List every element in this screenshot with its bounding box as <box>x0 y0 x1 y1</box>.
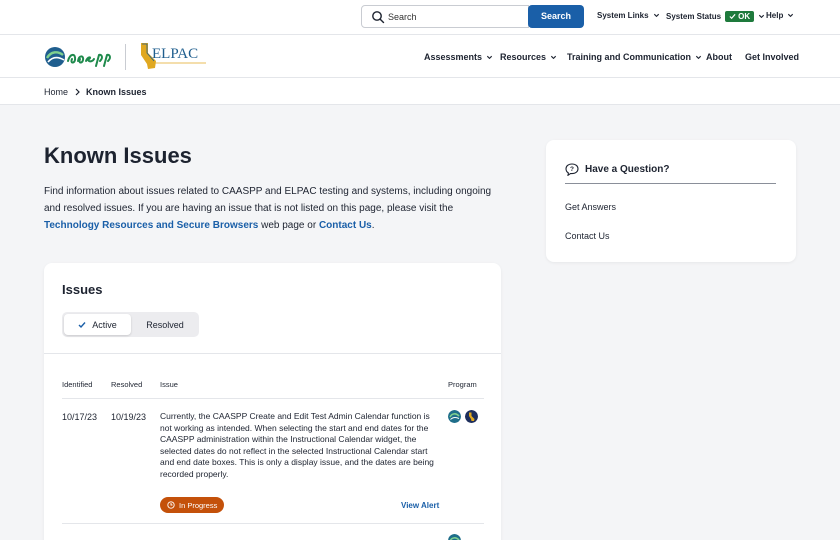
row-resolved: 10/19/23 <box>111 412 147 422</box>
utility-bar: Search System Links System Status OK Hel… <box>0 0 840 34</box>
status-text: In Progress <box>179 500 218 510</box>
system-status-label: System Status <box>666 12 722 21</box>
tab-active-label: Active <box>92 319 117 330</box>
nav-assessments[interactable]: Assessments <box>424 52 493 62</box>
help-label: Help <box>766 11 784 20</box>
logo-divider <box>125 44 126 70</box>
view-alert-link[interactable]: View Alert <box>401 501 439 510</box>
search-box <box>361 5 529 28</box>
system-links-menu[interactable]: System Links <box>597 11 660 20</box>
chevron-right-icon <box>75 88 80 96</box>
issues-card: Issues Active Resolved Identified Resolv… <box>44 263 501 540</box>
chevron-down-icon <box>695 55 702 59</box>
question-card-title-text: Have a Question? <box>585 164 670 175</box>
question-card-title: ? Have a Question? <box>565 163 669 176</box>
divider <box>62 523 484 524</box>
col-program: Program <box>448 380 477 389</box>
breadcrumb-home[interactable]: Home <box>44 87 68 97</box>
system-status-menu[interactable]: System Status OK <box>666 11 765 22</box>
check-icon <box>78 321 86 328</box>
intro-text-1: Find information about issues related to… <box>44 186 492 214</box>
search-button[interactable]: Search <box>528 5 584 28</box>
contact-us-link[interactable]: Contact Us <box>319 220 372 231</box>
chevron-down-icon <box>759 14 765 19</box>
row-issue-text: Currently, the CAASPP Create and Edit Te… <box>160 411 434 479</box>
nav-resources-label: Resources <box>500 52 547 62</box>
chevron-down-icon <box>486 55 493 59</box>
divider <box>44 353 501 354</box>
elpac-logo[interactable]: ELPAC <box>138 41 208 73</box>
svg-text:ELPAC: ELPAC <box>152 46 198 62</box>
caaspp-program-icon <box>448 410 461 423</box>
status-ok-badge: OK <box>725 11 755 22</box>
clock-icon <box>167 501 175 509</box>
chat-question-icon: ? <box>565 163 579 176</box>
nav-assessments-label: Assessments <box>424 52 483 62</box>
breadcrumb: Home Known Issues <box>0 78 840 105</box>
nav-training-label: Training and Communication <box>567 52 692 62</box>
sidebar-contact-us-link[interactable]: Contact Us <box>565 231 610 241</box>
tab-resolved[interactable]: Resolved <box>132 314 198 335</box>
tab-active[interactable]: Active <box>64 314 131 335</box>
col-issue: Issue <box>160 380 178 389</box>
caaspp-program-icon <box>448 534 461 540</box>
nav-about[interactable]: About <box>706 52 732 62</box>
intro-text-2: web page or <box>258 220 319 231</box>
col-identified: Identified <box>62 380 93 389</box>
chevron-down-icon <box>653 13 659 18</box>
status-ok-text: OK <box>738 12 751 21</box>
nav-about-label: About <box>706 52 732 62</box>
nav-get-involved-label: Get Involved <box>745 52 800 62</box>
tab-resolved-label: Resolved <box>146 319 184 330</box>
row-identified: 10/17/23 <box>62 412 98 422</box>
status-badge: In Progress <box>160 497 225 513</box>
question-card: ? Have a Question? Get Answers Contact U… <box>546 140 796 262</box>
main-header: ELPAC Assessments Resources Training and… <box>0 34 840 78</box>
check-icon <box>729 13 736 20</box>
intro-text-3: . <box>371 220 375 231</box>
divider <box>62 398 484 399</box>
help-menu[interactable]: Help <box>766 11 794 20</box>
chevron-down-icon <box>788 13 794 18</box>
caaspp-logo[interactable] <box>44 44 114 70</box>
col-resolved: Resolved <box>111 380 143 389</box>
issues-toggle: Active Resolved <box>62 312 199 337</box>
search-input[interactable] <box>388 9 524 25</box>
breadcrumb-current: Known Issues <box>86 87 147 97</box>
svg-text:?: ? <box>570 166 574 173</box>
divider <box>565 183 776 184</box>
tech-resources-link[interactable]: Technology Resources and Secure Browsers <box>44 220 258 231</box>
search-icon <box>372 11 385 24</box>
nav-training[interactable]: Training and Communication <box>567 52 702 62</box>
get-answers-link[interactable]: Get Answers <box>565 202 616 212</box>
system-links-label: System Links <box>597 11 649 20</box>
elpac-program-icon <box>465 410 478 423</box>
issues-title: Issues <box>62 282 103 297</box>
page-title: Known Issues <box>44 143 192 168</box>
nav-resources[interactable]: Resources <box>500 52 557 62</box>
intro-text: Find information about issues related to… <box>44 183 504 234</box>
nav-get-involved[interactable]: Get Involved <box>745 52 799 62</box>
chevron-down-icon <box>550 55 557 59</box>
